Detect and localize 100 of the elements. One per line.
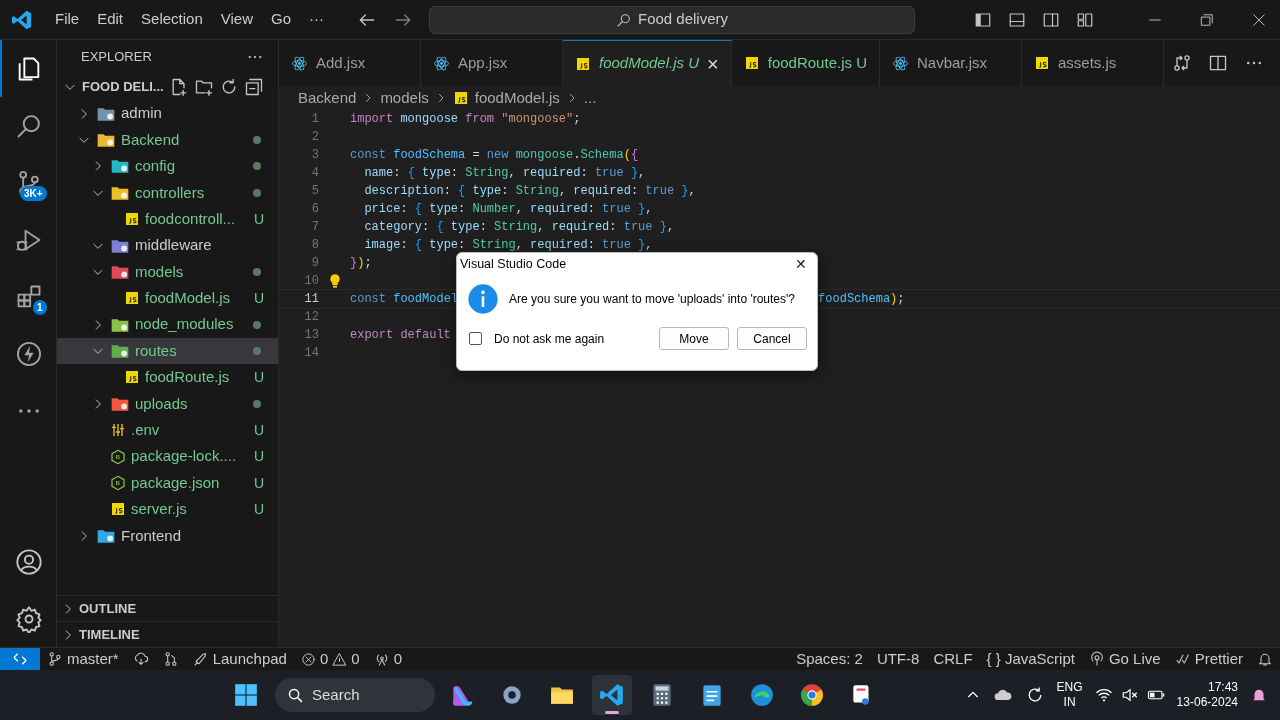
tree-item[interactable]: Backend (57, 126, 278, 154)
status-item[interactable]: master* (40, 647, 126, 671)
tree-item[interactable]: foodRoute.js U (57, 364, 278, 391)
menu-item[interactable]: View (211, 8, 262, 31)
language-status[interactable]: { } JavaScript (979, 647, 1082, 671)
keyboard-language[interactable]: ENG (1056, 680, 1083, 695)
checkbox-label[interactable]: Do not ask me again (494, 329, 605, 348)
bell-icon[interactable] (1257, 651, 1273, 667)
status-item[interactable]: CRLF (926, 647, 980, 671)
branch-compare-icon[interactable] (162, 651, 179, 667)
git-status: U (253, 368, 264, 387)
taskbar-search-field[interactable]: Search (275, 678, 435, 712)
tree-item[interactable]: package.json U (57, 469, 278, 497)
git-status: U (253, 447, 264, 467)
browser-app-icon[interactable] (799, 682, 825, 708)
close-tab-button[interactable]: × (707, 48, 719, 79)
warning-icon (332, 651, 348, 667)
menu-item[interactable]: Go (262, 8, 300, 31)
tree-item[interactable]: node_modules (57, 311, 278, 338)
tree-item[interactable]: models (57, 258, 278, 286)
dialog-button[interactable]: Move (659, 327, 729, 350)
wifi-icon[interactable] (1094, 686, 1113, 704)
tree-item[interactable]: server.js U (57, 496, 278, 523)
cloud-sync-icon[interactable] (132, 651, 149, 667)
tree-item[interactable]: config (57, 153, 278, 180)
js-file-icon (1034, 55, 1050, 71)
grid-layout-icon[interactable] (1076, 10, 1094, 29)
tree-item[interactable]: controllers (57, 179, 278, 206)
close-button[interactable]: ✕ (791, 253, 811, 275)
windows-start-icon[interactable] (233, 682, 259, 708)
git-status: U (253, 499, 264, 519)
line-number: 11 (303, 291, 319, 308)
tree-item[interactable]: foodModel.js U (57, 285, 278, 312)
file-name: controllers (135, 182, 206, 203)
line-number: 9 (310, 255, 319, 272)
more-menu-button[interactable]: ··· (300, 8, 333, 31)
breadcrumb-item[interactable]: models (380, 86, 429, 110)
file-name: server.js (131, 499, 188, 520)
line-number: 6 (310, 201, 319, 218)
tree-item[interactable]: middleware (57, 232, 278, 259)
restore-icon[interactable] (1200, 12, 1214, 27)
tree-item[interactable]: .env U (57, 417, 278, 444)
panel-layout-icon[interactable] (1008, 10, 1026, 29)
speaker-muted-icon[interactable] (1120, 686, 1139, 704)
clock-date[interactable]: 13-06-2024 (1176, 695, 1238, 710)
editor-app-icon[interactable] (599, 682, 625, 708)
command-center-search[interactable]: Food delivery (429, 5, 915, 34)
status-item[interactable]: 0 (366, 647, 409, 671)
file-name: node_modules (135, 314, 235, 335)
status-item[interactable]: Prettier (1167, 647, 1250, 671)
tree-item[interactable]: foodcontroll... U (57, 205, 278, 233)
settings-icon[interactable] (15, 604, 43, 633)
split-editor-icon[interactable] (1208, 53, 1228, 73)
file-name: uploads (135, 393, 189, 414)
close-icon[interactable] (1252, 12, 1266, 27)
menu-item[interactable]: Selection (132, 8, 212, 31)
tree-item[interactable]: Frontend (57, 522, 278, 550)
tree-item[interactable]: routes (57, 337, 278, 365)
status-item[interactable]: Spaces: 2 (789, 647, 870, 671)
tree-item[interactable]: admin (57, 100, 278, 127)
menu-item[interactable]: Edit (88, 8, 133, 31)
line-number: 7 (310, 219, 319, 236)
folder-section-header[interactable]: FOOD DELI... (82, 77, 164, 97)
breadcrumb-item[interactable]: ... (583, 86, 597, 110)
checkbox[interactable] (469, 332, 482, 345)
git-status: U (253, 209, 264, 229)
clock-time[interactable]: 17:43 (1176, 680, 1238, 695)
status-item[interactable]: UTF-8 (869, 647, 927, 671)
dialog-button[interactable]: Cancel (737, 327, 807, 350)
lightning-icon[interactable] (15, 339, 43, 368)
problems-status[interactable]: 0 0 (300, 647, 360, 671)
keyboard-region[interactable]: IN (1056, 695, 1083, 710)
compare-changes-icon[interactable] (1172, 53, 1192, 73)
count-badge: 3K+ (19, 186, 47, 201)
hexagon-icon (110, 448, 126, 465)
git-status: U (253, 420, 264, 440)
collapse-icon[interactable] (244, 77, 264, 98)
menu-item[interactable]: File (46, 8, 89, 31)
line-number: 5 (310, 183, 319, 200)
split-layout-icon[interactable] (1042, 10, 1060, 29)
account-icon[interactable] (15, 547, 43, 576)
breadcrumb-item[interactable]: foodModel.js (474, 86, 560, 110)
code-line: category: { type: String, required: true }, (363, 219, 675, 236)
search-icon (616, 11, 632, 28)
editor-logo-icon[interactable] (11, 8, 33, 31)
atom-icon (291, 54, 308, 72)
remote-button[interactable] (0, 647, 40, 671)
git-status: U (253, 288, 264, 308)
tree-item[interactable]: package-lock.... U (57, 443, 278, 470)
code-line: const foodSchema = new mongoose.Schema({ (350, 147, 639, 164)
browser-app-icon[interactable] (749, 682, 775, 708)
editor-tab[interactable]: foodModel.js U × (563, 40, 732, 86)
sidebar-layout-icon[interactable] (974, 10, 992, 29)
section-header[interactable]: OUTLINE (57, 595, 278, 621)
status-item[interactable]: Launchpad (185, 647, 294, 671)
dialog-title: Visual Studio Code (460, 255, 567, 273)
search-icon (287, 686, 304, 704)
status-item[interactable]: Go Live (1081, 647, 1168, 671)
breadcrumb-item[interactable]: Backend (298, 86, 357, 110)
tree-item[interactable]: uploads (57, 390, 278, 418)
